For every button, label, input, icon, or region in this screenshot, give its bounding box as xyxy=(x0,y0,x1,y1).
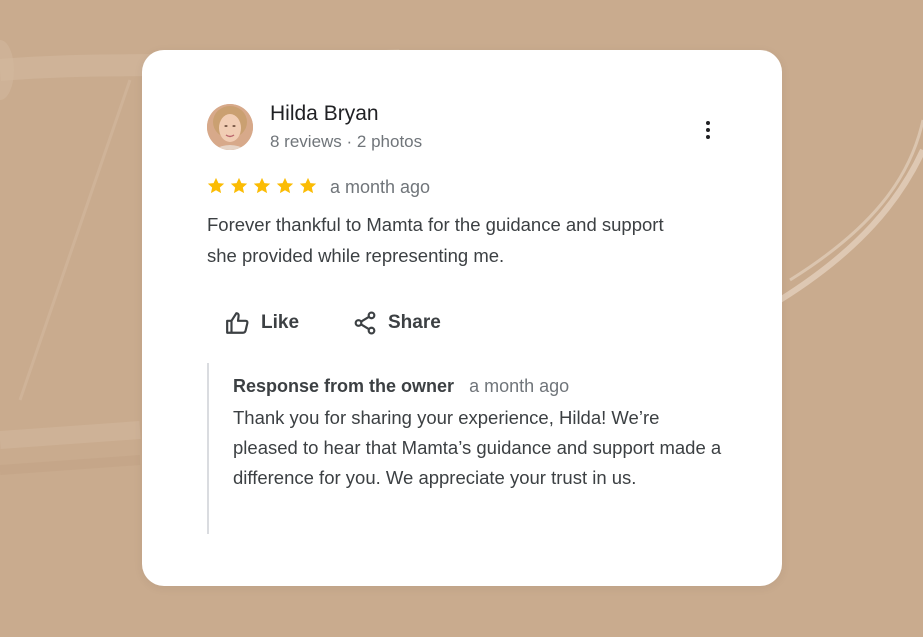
avatar[interactable] xyxy=(207,104,253,150)
review-card: Hilda Bryan 8 reviews · 2 photos a month… xyxy=(142,50,782,586)
share-button[interactable]: Share xyxy=(352,304,441,342)
owner-response-time: a month ago xyxy=(469,376,570,396)
star-icon xyxy=(229,176,249,196)
like-button[interactable]: Like xyxy=(225,304,299,342)
review-time: a month ago xyxy=(330,177,431,197)
more-vert-icon xyxy=(706,121,710,125)
owner-response-label: Response from the owner xyxy=(233,376,455,396)
star-icon xyxy=(275,176,295,196)
share-label: Share xyxy=(388,312,441,333)
star-rating xyxy=(206,176,318,196)
star-icon xyxy=(206,176,226,196)
owner-response-text: Thank you for sharing your experience, H… xyxy=(233,407,722,488)
more-vert-icon-dot xyxy=(706,128,710,132)
more-options-button[interactable] xyxy=(694,116,722,144)
owner-response-header: Response from the owner a month ago xyxy=(233,376,569,397)
author-name[interactable]: Hilda Bryan xyxy=(270,102,379,126)
author-meta: 8 reviews · 2 photos xyxy=(270,132,423,151)
star-icon xyxy=(252,176,272,196)
more-vert-icon-dot xyxy=(706,135,710,139)
review-text: Forever thankful to Mamta for the guidan… xyxy=(207,214,664,266)
owner-response: Response from the owner a month ago Than… xyxy=(207,363,721,534)
share-icon xyxy=(352,310,378,336)
star-icon xyxy=(298,176,318,196)
like-label: Like xyxy=(261,312,300,333)
thumbs-up-icon xyxy=(225,310,251,336)
